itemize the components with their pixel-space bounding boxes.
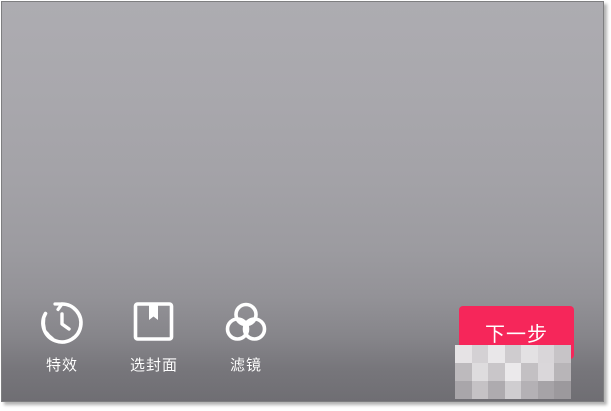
effects-timer-icon — [41, 302, 83, 344]
effects-label: 特效 — [45, 356, 78, 374]
select-cover-tool[interactable]: 选封面 — [114, 300, 194, 374]
watermark-mosaic — [455, 345, 571, 399]
video-editor-screen: 特效 选封面 滤镜 下一步 — [1, 1, 604, 402]
select-cover-label: 选封面 — [129, 356, 178, 374]
filter-circles-icon — [225, 302, 267, 341]
effects-tool[interactable]: 特效 — [22, 300, 102, 374]
filter-label: 滤镜 — [229, 356, 262, 374]
filter-tool[interactable]: 滤镜 — [206, 300, 286, 374]
bookmark-cover-icon — [133, 302, 174, 341]
